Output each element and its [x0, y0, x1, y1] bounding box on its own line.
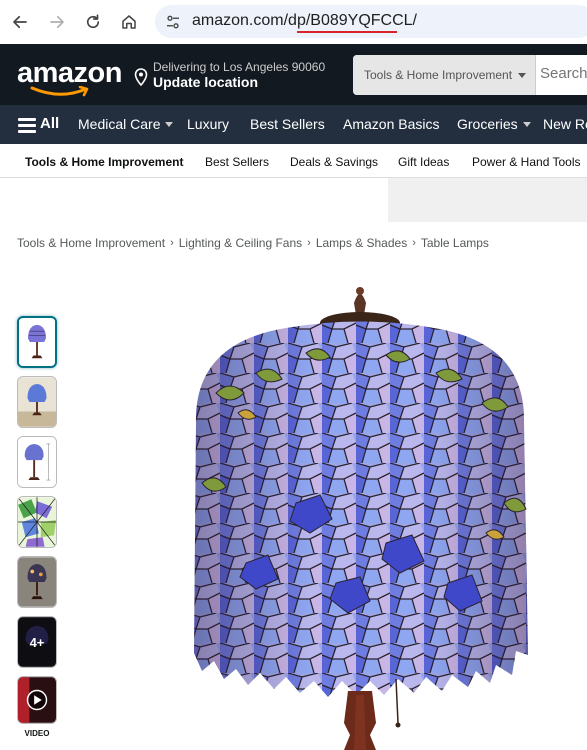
video-thumbnail-icon	[18, 677, 56, 723]
subnav-deals[interactable]: Deals & Savings	[290, 155, 378, 169]
url-asin: B089YQFCCL/	[310, 12, 417, 29]
thumbnail-video[interactable]	[17, 676, 57, 724]
subnav-gift-ideas[interactable]: Gift Ideas	[398, 155, 449, 169]
department-nav: Tools & Home Improvement Best Sellers De…	[0, 144, 587, 178]
ad-placeholder	[388, 178, 587, 222]
nav-all[interactable]: All	[40, 115, 59, 132]
nav-item-new-releases[interactable]: New Re	[543, 116, 587, 132]
lamp-room-thumbnail-icon	[18, 377, 56, 427]
nav-item-label: Groceries	[457, 116, 518, 132]
search-bar: Tools & Home Improvement	[353, 55, 587, 95]
site-settings-icon[interactable]	[164, 13, 182, 31]
nav-item-amazon-basics[interactable]: Amazon Basics	[343, 116, 439, 132]
address-bar[interactable]: amazon.com/dp/B089YQFCCL/	[155, 5, 587, 38]
reload-icon	[86, 14, 100, 29]
product-main-image[interactable]	[186, 283, 534, 750]
home-button[interactable]	[117, 10, 141, 34]
thumbnail-5[interactable]	[17, 556, 57, 608]
lamp-lit-thumbnail-icon	[18, 557, 56, 607]
nav-item-best-sellers[interactable]: Best Sellers	[250, 116, 325, 132]
thumbnail-3[interactable]	[17, 436, 57, 488]
back-button[interactable]	[8, 10, 32, 34]
location-pin-icon	[134, 68, 148, 86]
update-location-text: Update location	[153, 74, 259, 90]
site-header: amazon Delivering to Los Angeles 90060 U…	[0, 44, 587, 105]
nav-item-groceries[interactable]: Groceries	[457, 116, 531, 132]
home-icon	[122, 15, 136, 29]
delivery-text: Delivering to Los Angeles 90060	[153, 60, 326, 74]
forward-button[interactable]	[45, 10, 69, 34]
browser-toolbar: amazon.com/dp/B089YQFCCL/	[0, 0, 587, 44]
chevron-down-icon	[522, 121, 531, 127]
menu-icon[interactable]	[18, 118, 36, 133]
url-prefix: amazon.com/dp/	[192, 12, 311, 29]
thumbnail-more[interactable]: 4+	[17, 616, 57, 668]
breadcrumb: Tools & Home Improvement › Lighting & Ce…	[17, 236, 489, 250]
arrow-right-icon	[50, 15, 64, 29]
subnav-power-hand-tools[interactable]: Power & Hand Tools	[472, 155, 581, 169]
nav-item-label: Amazon Basics	[343, 116, 440, 132]
arrow-left-icon	[13, 15, 27, 29]
chevron-down-icon	[518, 72, 527, 78]
main-nav: All Medical Care Luxury Best Sellers Ama…	[0, 105, 587, 144]
subnav-tools-home[interactable]: Tools & Home Improvement	[25, 155, 183, 169]
logo-smile-icon	[30, 86, 89, 97]
thumbnail-1[interactable]	[17, 316, 57, 368]
breadcrumb-item[interactable]: Tools & Home Improvement	[17, 236, 165, 250]
breadcrumb-item[interactable]: Lamps & Shades	[316, 236, 407, 250]
video-label: VIDEO	[24, 729, 50, 738]
thumbnail-4[interactable]	[17, 496, 57, 548]
nav-item-label: Medical Care	[78, 116, 161, 132]
url-highlight-underline	[297, 31, 397, 33]
subnav-best-sellers[interactable]: Best Sellers	[205, 155, 269, 169]
more-images-count: 4+	[18, 617, 56, 667]
breadcrumb-item[interactable]: Table Lamps	[421, 236, 489, 250]
lamp-dimensions-thumbnail-icon	[18, 437, 56, 487]
search-input[interactable]	[540, 65, 587, 82]
nav-item-label: New Re	[543, 116, 587, 132]
reload-button[interactable]	[81, 10, 105, 34]
search-category-label: Tools & Home Improvement	[364, 68, 513, 82]
nav-item-medical-care[interactable]: Medical Care	[78, 116, 174, 132]
breadcrumb-item[interactable]: Lighting & Ceiling Fans	[179, 236, 302, 250]
glass-detail-thumbnail-icon	[18, 497, 56, 547]
url-text: amazon.com/dp/B089YQFCCL/	[192, 12, 417, 30]
search-category-select[interactable]: Tools & Home Improvement	[353, 55, 536, 95]
chevron-down-icon	[165, 121, 174, 127]
chevron-right-icon: ›	[170, 237, 174, 249]
nav-item-label: Best Sellers	[250, 116, 325, 132]
nav-item-label: Luxury	[187, 116, 230, 132]
chevron-right-icon: ›	[307, 237, 311, 249]
lamp-thumbnail-icon	[19, 318, 55, 366]
thumbnail-2[interactable]	[17, 376, 57, 428]
nav-item-luxury[interactable]: Luxury	[187, 116, 229, 132]
chevron-right-icon: ›	[412, 237, 416, 249]
